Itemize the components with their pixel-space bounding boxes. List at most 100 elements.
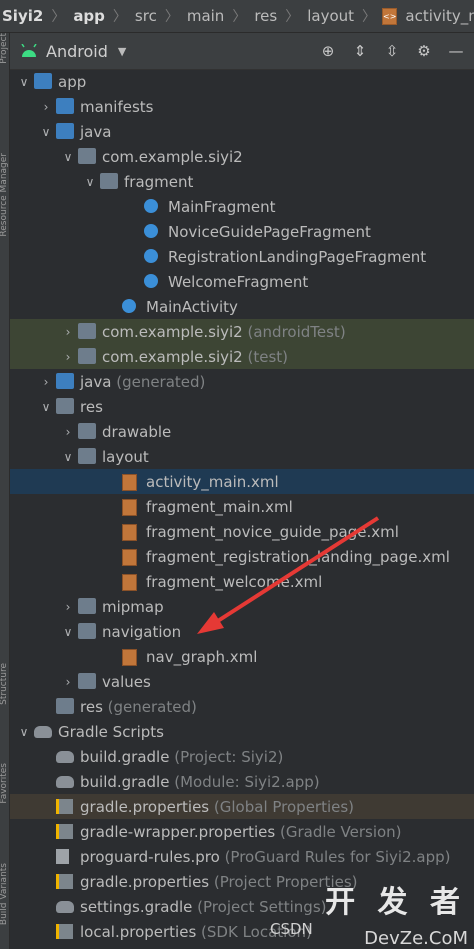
tree-row[interactable]: WelcomeFragment: [10, 269, 474, 294]
tree-row[interactable]: ∨ java: [10, 119, 474, 144]
tree-row[interactable]: res (generated): [10, 694, 474, 719]
tree-row-label: com.example.siyi2: [102, 322, 243, 341]
chevron-down-icon[interactable]: ▼: [118, 45, 126, 58]
tree-row[interactable]: nav_graph.xml: [10, 644, 474, 669]
tree-row[interactable]: MainFragment: [10, 194, 474, 219]
tab-resource-manager[interactable]: Resource Manager: [0, 153, 9, 237]
tree-row[interactable]: ∨ com.example.siyi2: [10, 144, 474, 169]
tree-row-label: java: [80, 122, 112, 141]
tree-row[interactable]: RegistrationLandingPageFragment: [10, 244, 474, 269]
chevron-right-icon[interactable]: ›: [40, 375, 52, 389]
breadcrumb-item[interactable]: main: [185, 7, 226, 25]
settings-gear-icon[interactable]: ⚙: [412, 39, 436, 63]
locate-icon[interactable]: ⊕: [316, 39, 340, 63]
collapse-all-icon[interactable]: ⇳: [380, 39, 404, 63]
breadcrumb-item[interactable]: src: [133, 7, 159, 25]
breadcrumb-separator-icon: 〉: [362, 9, 377, 25]
project-tree: ∨ app › manifests ∨ java ∨ com.example.siyi2 ∨ fr…: [10, 69, 474, 949]
properties-file-icon: [56, 874, 73, 889]
tree-row[interactable]: › values: [10, 669, 474, 694]
gradle-icon: [56, 751, 74, 763]
package-icon: [78, 348, 96, 364]
tree-row-label: navigation: [102, 622, 182, 641]
tree-row-label: Gradle Scripts: [58, 722, 164, 741]
tree-row[interactable]: › java (generated): [10, 369, 474, 394]
tree-row-label: com.example.siyi2: [102, 347, 243, 366]
chevron-right-icon[interactable]: ›: [62, 325, 74, 339]
package-icon: [78, 148, 96, 164]
view-selector-label[interactable]: Android: [46, 42, 108, 61]
tree-row[interactable]: ∨ app: [10, 69, 474, 94]
tab-project[interactable]: Project: [0, 33, 9, 64]
tree-row-sublabel: (Project: Siyi2): [174, 747, 284, 766]
tree-row-label: proguard-rules.pro: [80, 847, 220, 866]
tree-row[interactable]: gradle.properties (Global Properties): [10, 794, 474, 819]
resource-folder-icon: [56, 698, 74, 714]
properties-file-icon: [56, 799, 73, 814]
chevron-right-icon[interactable]: ›: [40, 100, 52, 114]
tree-row[interactable]: fragment_main.xml: [10, 494, 474, 519]
breadcrumb-separator-icon: 〉: [164, 9, 179, 25]
tree-row[interactable]: ∨ layout: [10, 444, 474, 469]
chevron-down-icon[interactable]: ∨: [84, 175, 96, 189]
breadcrumb-item[interactable]: app: [71, 7, 107, 25]
chevron-down-icon[interactable]: ∨: [40, 400, 52, 414]
tree-row[interactable]: MainActivity: [10, 294, 474, 319]
tree-row[interactable]: › drawable: [10, 419, 474, 444]
tab-favorites[interactable]: Favorites: [0, 763, 9, 804]
xml-file-icon: <>: [382, 7, 398, 25]
tree-row-label: build.gradle: [80, 772, 170, 791]
tree-row[interactable]: gradle-wrapper.properties (Gradle Versio…: [10, 819, 474, 844]
chevron-right-icon[interactable]: ›: [62, 600, 74, 614]
tree-row[interactable]: activity_main.xml: [10, 469, 474, 494]
tree-row[interactable]: ∨ Gradle Scripts: [10, 719, 474, 744]
chevron-down-icon[interactable]: ∨: [40, 125, 52, 139]
tree-row[interactable]: NoviceGuidePageFragment: [10, 219, 474, 244]
tree-row-label: NoviceGuidePageFragment: [168, 222, 371, 241]
chevron-right-icon[interactable]: ›: [62, 350, 74, 364]
tree-row[interactable]: build.gradle (Project: Siyi2): [10, 744, 474, 769]
tree-row-sublabel: (generated): [107, 697, 197, 716]
tree-row-label: fragment_novice_guide_page.xml: [146, 522, 399, 541]
package-icon: [100, 173, 118, 189]
gradle-icon: [56, 901, 74, 913]
tree-row[interactable]: proguard-rules.pro (ProGuard Rules for S…: [10, 844, 474, 869]
chevron-down-icon[interactable]: ∨: [18, 75, 30, 89]
chevron-right-icon[interactable]: ›: [62, 675, 74, 689]
watermark-csdn: CSDN: [270, 920, 313, 938]
text-file-icon: [56, 849, 69, 864]
tree-row-label: manifests: [80, 97, 154, 116]
tree-row[interactable]: fragment_registration_landing_page.xml: [10, 544, 474, 569]
tree-row-label: gradle.properties: [80, 872, 210, 891]
properties-file-icon: [56, 824, 73, 839]
class-icon: [144, 274, 158, 288]
xml-file-icon: [122, 549, 137, 566]
chevron-down-icon[interactable]: ∨: [62, 450, 74, 464]
tree-row[interactable]: › com.example.siyi2 (androidTest): [10, 319, 474, 344]
tree-row[interactable]: build.gradle (Module: Siyi2.app): [10, 769, 474, 794]
chevron-down-icon[interactable]: ∨: [18, 725, 30, 739]
tree-row[interactable]: ∨ fragment: [10, 169, 474, 194]
breadcrumb-item[interactable]: layout: [305, 7, 356, 25]
package-icon: [78, 598, 96, 614]
breadcrumb-separator-icon: 〉: [112, 9, 127, 25]
tree-row[interactable]: fragment_welcome.xml: [10, 569, 474, 594]
tree-row[interactable]: ∨ navigation: [10, 619, 474, 644]
chevron-down-icon[interactable]: ∨: [62, 150, 74, 164]
breadcrumb-item[interactable]: activity_main.xml: [403, 7, 474, 25]
tab-structure[interactable]: Structure: [0, 663, 9, 705]
tree-row[interactable]: › manifests: [10, 94, 474, 119]
hide-panel-icon[interactable]: —: [444, 39, 468, 63]
breadcrumb-item[interactable]: Siyi2: [0, 7, 45, 25]
tree-row[interactable]: ∨ res: [10, 394, 474, 419]
tree-row-sublabel: (ProGuard Rules for Siyi2.app): [224, 847, 451, 866]
tree-row[interactable]: › mipmap: [10, 594, 474, 619]
chevron-right-icon[interactable]: ›: [62, 425, 74, 439]
expand-all-icon[interactable]: ⇕: [348, 39, 372, 63]
tab-build-variants[interactable]: Build Variants: [0, 863, 9, 925]
chevron-down-icon[interactable]: ∨: [62, 625, 74, 639]
breadcrumb-item[interactable]: res: [252, 7, 279, 25]
tree-row[interactable]: fragment_novice_guide_page.xml: [10, 519, 474, 544]
tree-row[interactable]: › com.example.siyi2 (test): [10, 344, 474, 369]
tree-row-label: java: [80, 372, 112, 391]
